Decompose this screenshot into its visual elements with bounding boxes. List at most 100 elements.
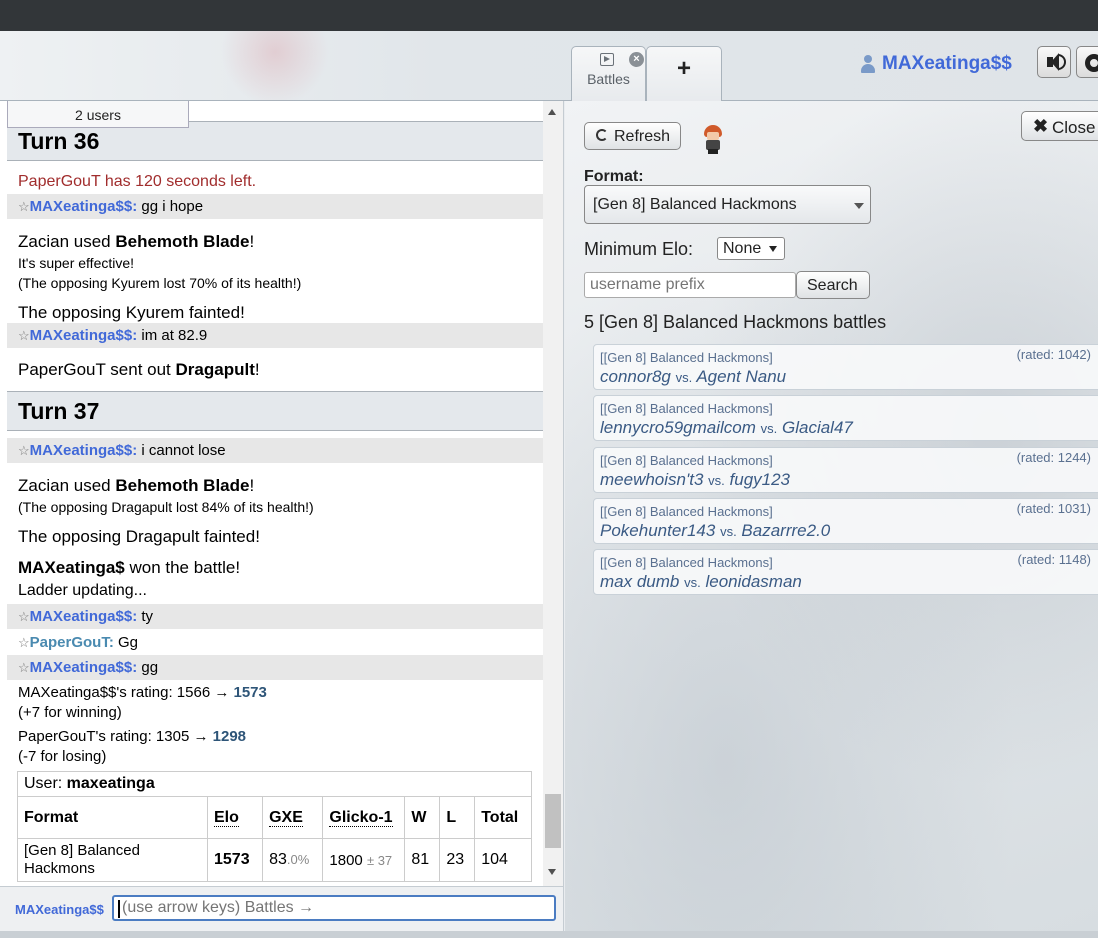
cell-elo: 1573 [206,838,264,882]
ladder-row: [Gen 8] Balanced Hackmons 1573 83.0% 180… [17,838,532,882]
chat-nick[interactable]: PaperGouT: [30,634,114,651]
tab-battles[interactable]: × Battles [571,46,646,102]
battle-list-item[interactable]: [[Gen 8] Balanced Hackmons] (rated: 1148… [593,549,1098,595]
gear-icon [1085,54,1098,72]
refresh-label: Refresh [614,128,671,145]
chat-nick[interactable]: MAXeatinga$$: [30,327,138,344]
cell-format: [Gen 8] Balanced Hackmons [17,838,208,882]
battle-log-panel: Turn 36 PaperGouT has 120 seconds left. … [0,101,564,938]
chat-nick[interactable]: MAXeatinga$$: [30,608,138,625]
battle-text: ! [254,360,260,379]
glicko-value: 1800 [329,851,363,869]
chat-nick[interactable]: MAXeatinga$$: [30,442,138,459]
battle-rated: (rated: 1031) [1016,501,1091,516]
refresh-button[interactable]: Refresh [584,122,681,150]
col-gxe-label: GXE [269,808,303,827]
col-losses: L [439,796,476,839]
user-label: User: [24,775,67,792]
col-elo: Elo [206,796,264,839]
battle-players: lennycro59gmailcom vs. Glacial47 [600,418,853,438]
text-caret [118,900,120,918]
player-two: Bazarrre2.0 [741,521,831,540]
player-two: Agent Nanu [696,367,787,386]
chat-text: ty [141,608,154,625]
play-icon [600,53,614,66]
player-two: leonidasman [705,572,802,591]
chat-nick[interactable]: MAXeatinga$$: [30,198,138,215]
effectiveness-message: It's super effective! [18,255,135,271]
min-elo-label: Minimum Elo: [584,239,694,259]
close-button[interactable]: ✖ Close [1021,111,1098,141]
scroll-down-arrow-icon[interactable] [548,869,556,875]
battle-rated: (rated: 1148) [1017,552,1091,567]
chat-message: ☆MAXeatinga$$: im at 82.9 [7,323,543,348]
battle-list-item[interactable]: [[Gen 8] Balanced Hackmons] (rated: 1244… [593,447,1098,493]
move-name: Behemoth Blade [115,476,250,495]
player-one: connor8g [600,367,671,386]
battle-list-item[interactable]: [[Gen 8] Balanced Hackmons] (rated: 1031… [593,498,1098,544]
username[interactable]: MAXeatinga$$ [882,53,1012,75]
new-tab-button[interactable]: + [646,46,722,102]
chat-nick[interactable]: MAXeatinga$$: [30,659,138,676]
battle-format: [[Gen 8] Balanced Hackmons] [600,504,773,519]
users-list-toggle[interactable]: 2 users [7,101,189,128]
chat-input[interactable] [112,895,556,921]
col-elo-label: Elo [214,808,239,827]
user-menu[interactable]: MAXeatinga$$ [860,51,1012,77]
rating-change-message: PaperGouT's rating: 1305 → 1298 (-7 for … [18,727,246,767]
ladder-header-row: Format Elo GXE Glicko-1 W L Total [17,796,532,839]
header-background [200,31,350,101]
vs-label: vs. [760,421,778,436]
battle-message: Zacian used Behemoth Blade! [18,232,254,252]
vs-label: vs. [684,575,701,590]
battles-count-title: 5 [Gen 8] Balanced Hackmons battles [584,312,887,332]
format-select[interactable]: [Gen 8] Balanced Hackmons [584,185,871,224]
player-one: max dumb [600,572,680,591]
username-prefix-input[interactable] [584,272,796,298]
sound-waves-icon [1058,54,1066,70]
ladder-updating-message: Ladder updating... [18,582,147,599]
format-select-value: [Gen 8] Balanced Hackmons [593,196,797,213]
battle-list-item[interactable]: [[Gen 8] Balanced Hackmons] (rated: 1042… [593,344,1098,390]
sendout-message: PaperGouT sent out Dragapult! [18,360,260,380]
battle-list-item[interactable]: [[Gen 8] Balanced Hackmons] lennycro59gm… [593,395,1098,441]
col-glicko-label: Glicko-1 [329,808,393,827]
sound-button[interactable] [1037,46,1071,78]
rating-change-message: MAXeatinga$$'s rating: 1566 → 1573 (+7 f… [18,683,267,723]
col-glicko: Glicko-1 [322,796,406,839]
gxe-fraction: .0% [286,852,310,867]
refresh-icon [596,129,608,141]
settings-button[interactable] [1076,46,1098,78]
col-total: Total [474,796,532,839]
scroll-thumb[interactable] [545,794,561,848]
battle-players: max dumb vs. leonidasman [600,572,802,592]
rating-delta: (+7 for winning) [18,704,122,721]
player-one: Pokehunter143 [600,521,716,540]
chat-message: ☆PaperGouT: Gg [7,630,543,655]
star-icon: ☆ [18,635,30,650]
search-button[interactable]: Search [796,271,870,299]
chat-scrollbar[interactable] [543,101,563,886]
battles-panel: Refresh ✖ Close Format: [Gen 8] Balanced… [565,101,1098,931]
chat-text: i cannot lose [141,442,226,459]
damage-message: (The opposing Kyurem lost 70% of its hea… [18,275,302,291]
scroll-up-arrow-icon[interactable] [548,109,556,115]
chat-text: gg i hope [141,198,204,215]
damage-message: (The opposing Dragapult lost 84% of its … [18,499,314,515]
pokemon-name: Dragapult [175,360,255,379]
min-elo-select[interactable]: None [717,237,785,260]
ladder-username: maxeatinga [66,775,155,792]
chat-input-nick[interactable]: MAXeatinga$$ [15,902,107,917]
star-icon: ☆ [18,199,30,214]
rating-delta: (-7 for losing) [18,748,107,765]
glicko-deviation: ± 37 [366,852,393,868]
battle-format: [[Gen 8] Balanced Hackmons] [600,453,773,468]
close-tab-icon[interactable]: × [629,52,644,67]
cell-glicko: 1800 ± 37 [322,838,406,882]
chat-message: ☆MAXeatinga$$: ty [7,604,543,629]
battle-log[interactable]: Turn 36 PaperGouT has 120 seconds left. … [7,121,543,886]
chat-message: ☆MAXeatinga$$: gg i hope [7,194,543,219]
chevron-down-icon [854,203,864,209]
speaker-icon [1047,53,1059,71]
star-icon: ☆ [18,609,30,624]
